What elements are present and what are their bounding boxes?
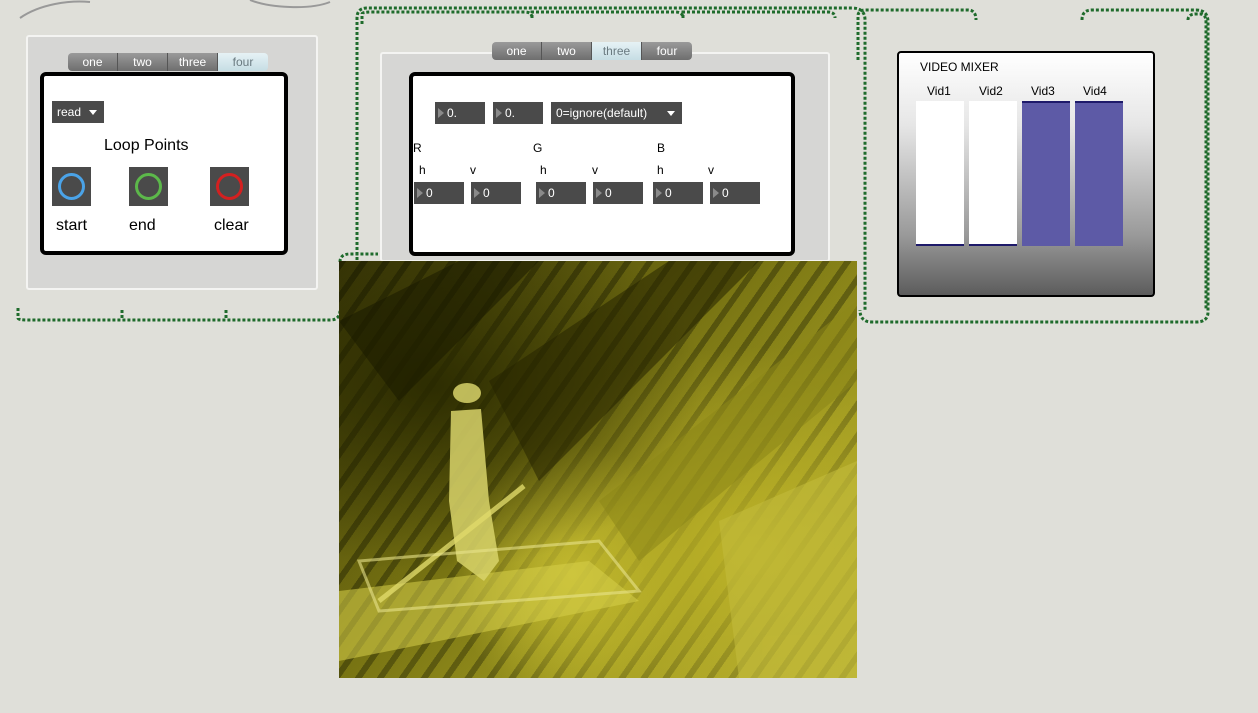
channel-r-h-label: h	[419, 163, 426, 177]
clear-button[interactable]	[210, 167, 249, 206]
start-label: start	[56, 217, 88, 234]
mode-menu-label: 0=ignore(default)	[556, 106, 648, 120]
vid2-label: Vid2	[979, 84, 1003, 98]
channel-r-label: R	[413, 141, 422, 155]
number-arrow-icon	[713, 188, 719, 198]
loop-points-title: Loop Points	[104, 137, 189, 154]
channel-r-v-label: v	[470, 163, 476, 177]
loop-tab-three[interactable]: three	[168, 53, 218, 71]
channel-r-v-value: 0	[483, 186, 490, 200]
number-arrow-icon	[496, 108, 502, 118]
vid4-slider[interactable]	[1075, 101, 1123, 246]
number-box-1[interactable]: 0.	[435, 102, 485, 124]
channel-b-v-value: 0	[722, 186, 729, 200]
blue-ring-icon	[58, 173, 85, 200]
number-box-2[interactable]: 0.	[493, 102, 543, 124]
channel-g-h-input[interactable]: 0	[536, 182, 586, 204]
mode-menu[interactable]: 0=ignore(default)	[551, 102, 682, 124]
channel-g-v-label: v	[592, 163, 598, 177]
channel-r-h-value: 0	[426, 186, 433, 200]
end-label: end	[129, 217, 156, 234]
channel-b-v-label: v	[708, 163, 714, 177]
read-menu-label: read	[57, 105, 82, 119]
channel-b-label: B	[657, 141, 666, 155]
start-button[interactable]	[52, 167, 91, 206]
number-arrow-icon	[417, 188, 423, 198]
read-menu[interactable]: read	[52, 101, 104, 123]
rgb-tab-one[interactable]: one	[492, 42, 542, 60]
channel-g-v-input[interactable]: 0	[593, 182, 643, 204]
vid3-slider-knob	[1022, 101, 1070, 103]
channel-b-h-input[interactable]: 0	[653, 182, 703, 204]
channel-b-h-label: h	[657, 163, 664, 177]
rgb-tab-four[interactable]: four	[642, 42, 692, 60]
rgb-frame	[409, 72, 795, 256]
vid3-label: Vid3	[1031, 84, 1055, 98]
vid3-slider-fill	[1022, 101, 1070, 246]
red-ring-icon	[216, 173, 243, 200]
number-arrow-icon	[438, 108, 444, 118]
number-arrow-icon	[474, 188, 480, 198]
rgb-tabbar[interactable]: one two three four	[492, 42, 692, 60]
video-mixer-title: VIDEO MIXER	[920, 60, 999, 74]
vid1-slider[interactable]	[916, 101, 964, 246]
channel-g-v-value: 0	[605, 186, 612, 200]
vid2-slider[interactable]	[969, 101, 1017, 246]
dropdown-arrow-icon	[667, 111, 675, 116]
loop-tabbar[interactable]: one two three four	[68, 53, 268, 71]
channel-r-h-input[interactable]: 0	[414, 182, 464, 204]
number-box-1-value: 0.	[447, 106, 458, 120]
channel-r-v-input[interactable]: 0	[471, 182, 521, 204]
number-arrow-icon	[656, 188, 662, 198]
loop-tab-one[interactable]: one	[68, 53, 118, 71]
channel-b-v-input[interactable]: 0	[710, 182, 760, 204]
channel-g-h-value: 0	[548, 186, 555, 200]
green-ring-icon	[135, 173, 162, 200]
loop-tab-two[interactable]: two	[118, 53, 168, 71]
video-output-window	[339, 261, 857, 678]
vid4-slider-knob	[1075, 101, 1123, 103]
loop-tab-four[interactable]: four	[218, 53, 268, 71]
video-frame-image	[339, 261, 857, 678]
number-arrow-icon	[596, 188, 602, 198]
vid3-slider[interactable]	[1022, 101, 1070, 246]
channel-g-h-label: h	[540, 163, 547, 177]
vid4-slider-fill	[1075, 101, 1123, 246]
number-box-2-value: 0.	[505, 106, 516, 120]
vid1-slider-knob	[916, 244, 964, 246]
rgb-tab-two[interactable]: two	[542, 42, 592, 60]
channel-g-label: G	[533, 141, 543, 155]
channel-b-h-value: 0	[665, 186, 672, 200]
vid4-label: Vid4	[1083, 84, 1107, 98]
dropdown-arrow-icon	[89, 110, 97, 115]
vid2-slider-knob	[969, 244, 1017, 246]
number-arrow-icon	[539, 188, 545, 198]
rgb-tab-three[interactable]: three	[592, 42, 642, 60]
end-button[interactable]	[129, 167, 168, 206]
clear-label: clear	[214, 217, 249, 234]
vid1-label: Vid1	[927, 84, 951, 98]
